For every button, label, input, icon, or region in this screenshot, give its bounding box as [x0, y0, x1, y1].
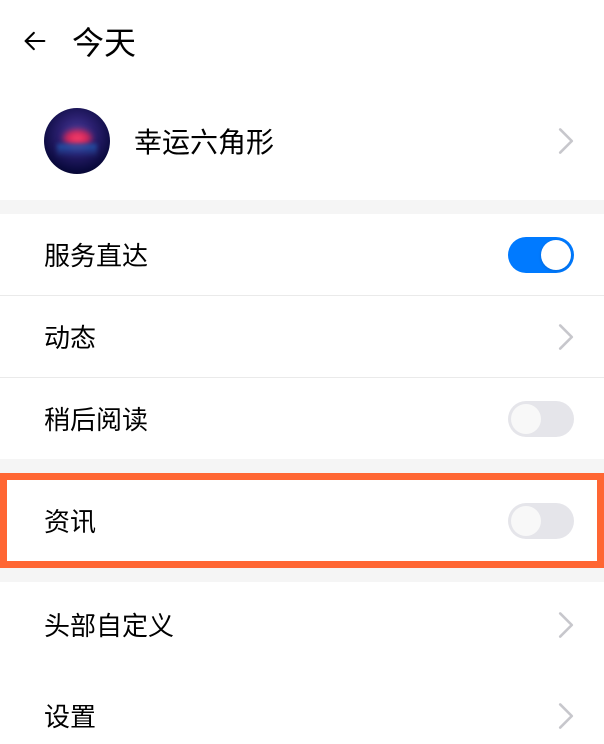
chevron-right-icon	[558, 128, 574, 154]
service-direct-label: 服务直达	[44, 236, 508, 273]
service-direct-row[interactable]: 服务直达	[0, 214, 604, 296]
profile-section: 幸运六角形	[0, 88, 604, 200]
settings-section: 头部自定义 设置	[0, 582, 604, 744]
dynamic-row[interactable]: 动态	[0, 296, 604, 378]
news-highlight: 资讯	[0, 473, 604, 568]
header-custom-row[interactable]: 头部自定义	[0, 582, 604, 667]
profile-row[interactable]: 幸运六角形	[0, 88, 604, 200]
profile-name: 幸运六角形	[134, 121, 534, 161]
read-later-label: 稍后阅读	[44, 400, 508, 437]
settings-row[interactable]: 设置	[0, 667, 604, 744]
settings-label: 设置	[44, 697, 558, 734]
news-toggle[interactable]	[508, 503, 574, 539]
service-direct-toggle[interactable]	[508, 237, 574, 273]
read-later-toggle[interactable]	[508, 401, 574, 437]
news-label: 资讯	[44, 502, 508, 539]
dynamic-label: 动态	[44, 318, 558, 355]
chevron-right-icon	[558, 703, 574, 729]
chevron-right-icon	[558, 324, 574, 350]
header: 今天	[0, 0, 604, 88]
page-title: 今天	[72, 18, 136, 64]
chevron-right-icon	[558, 612, 574, 638]
toggles-section: 服务直达 动态 稍后阅读	[0, 214, 604, 459]
news-row[interactable]: 资讯	[7, 480, 597, 561]
header-custom-label: 头部自定义	[44, 606, 558, 643]
back-icon[interactable]	[20, 26, 50, 56]
avatar	[44, 108, 110, 174]
read-later-row[interactable]: 稍后阅读	[0, 378, 604, 459]
